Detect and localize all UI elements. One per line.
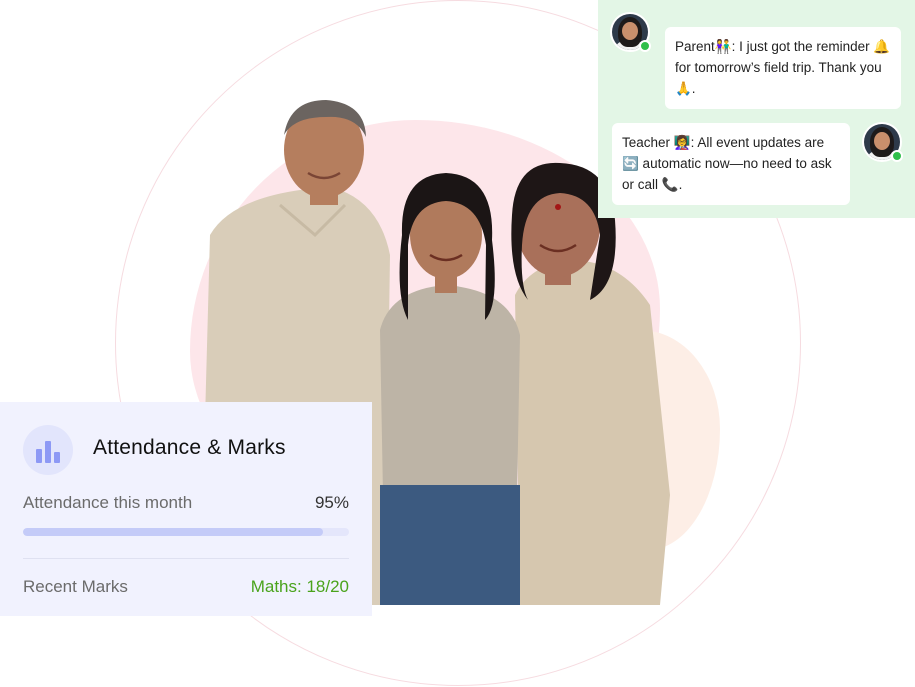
mother-figure [511,162,670,605]
chat-message-teacher: Teacher 👩‍🏫: All event updates are 🔄 aut… [612,123,850,205]
attendance-progress-bar [23,528,349,536]
attendance-label: Attendance this month [23,493,193,512]
online-status-icon [639,40,651,52]
attendance-progress-fill [23,528,323,536]
chat-message-text: Teacher 👩‍🏫: All event updates are 🔄 aut… [622,135,832,192]
divider [23,558,349,559]
attendance-value: 95% [314,493,349,512]
chat-message-parent: Parent👫: I just got the reminder 🔔 for t… [665,27,901,109]
online-status-icon [891,150,903,162]
chat-message-text: Parent👫: I just got the reminder 🔔 for t… [675,39,891,96]
card-title: Attendance & Marks [93,436,286,459]
bar-chart-icon [23,425,73,475]
recent-marks-label: Recent Marks [23,577,128,596]
daughter-figure [380,173,520,605]
recent-marks-value: Maths: 18/20 [250,577,349,596]
